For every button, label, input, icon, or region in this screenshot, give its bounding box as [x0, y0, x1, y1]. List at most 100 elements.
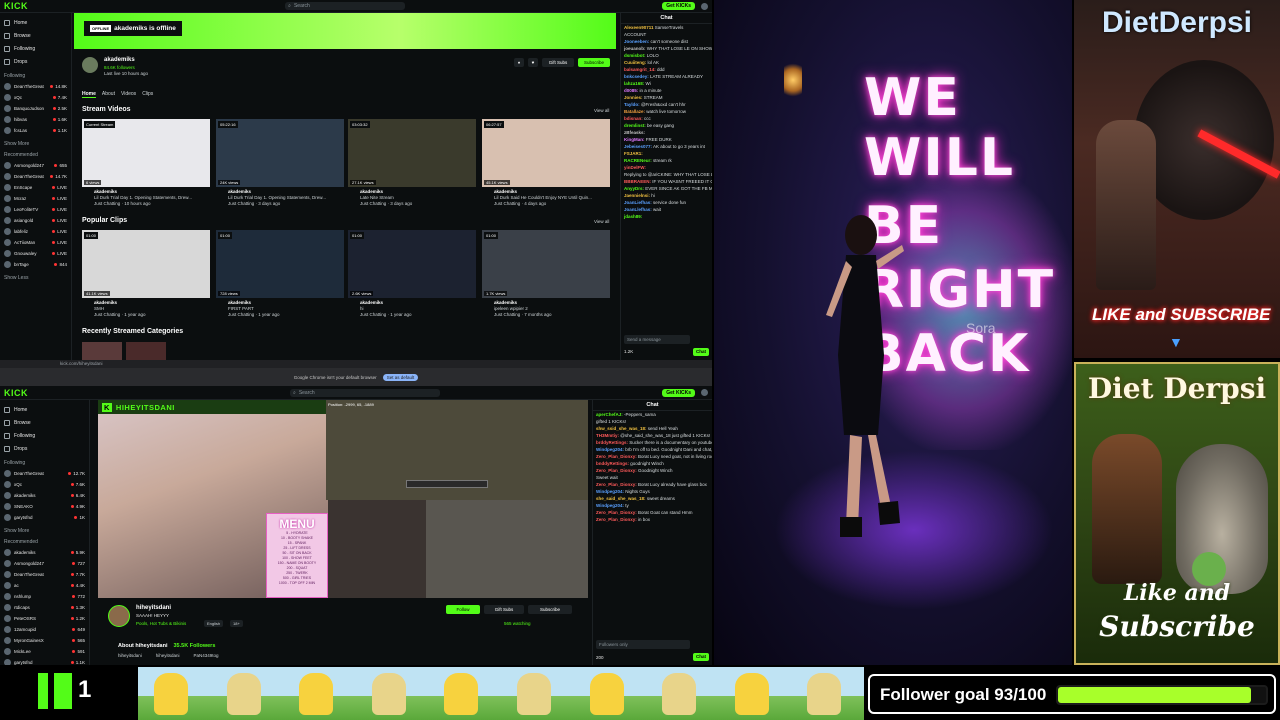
chat-send-button[interactable]: Chat	[693, 348, 709, 356]
nav-following[interactable]: Following	[4, 429, 85, 442]
chat-username[interactable]: RACRENeur:	[624, 158, 652, 163]
sidebar-channel[interactable]: PeteOSRS 1.2K	[4, 613, 85, 624]
video-thumbnail[interactable]: 03:03:32 27.1K views	[348, 119, 476, 187]
chat-username[interactable]: bnddyRettings:	[596, 461, 629, 466]
sidebar-channel[interactable]: labfeliz LIVE	[4, 226, 67, 237]
chat-username[interactable]: d0085:	[624, 88, 638, 93]
nav-drops[interactable]: Drops	[4, 55, 67, 68]
author-name[interactable]: akademiks	[494, 189, 517, 194]
social-link[interactable]: hiheyitsdani	[118, 653, 142, 658]
item-title[interactable]: Lil Durk Trial Day 1. Opening Statements…	[94, 195, 192, 200]
video-thumbnail[interactable]: Current Stream 6 views	[82, 119, 210, 187]
show-more-link[interactable]: Show More	[4, 528, 85, 534]
sidebar-channel[interactable]: SNEAKO 4.9K	[4, 501, 85, 512]
tab-clips[interactable]: Clips	[142, 91, 153, 98]
item-title[interactable]: Late Nite Stream	[360, 195, 394, 200]
stream-category[interactable]: Pools, Hot Tubs & Bikinis	[136, 621, 186, 626]
video-player[interactable]: K HIHEYITSDANI Position: -2999, 65, -188…	[98, 400, 588, 598]
subscribe-button[interactable]: Subscribe	[528, 605, 572, 614]
chat-send-button[interactable]: Chat	[693, 653, 709, 661]
nav-home[interactable]: Home	[4, 16, 67, 29]
sidebar-channel[interactable]: asiangold LIVE	[4, 215, 67, 226]
sidebar-channel[interactable]: 12amcupid 649	[4, 624, 85, 635]
chat-username[interactable]: TH3Mmtiy:	[596, 433, 619, 438]
author-name[interactable]: akademiks	[360, 189, 383, 194]
chat-username[interactable]: zBfeasks:	[624, 130, 645, 135]
clip-thumbnail[interactable]: 01:00 1.7K views	[482, 230, 610, 298]
nav-following[interactable]: Following	[4, 42, 67, 55]
get-kicks-button[interactable]: Get KICKs	[662, 388, 695, 397]
chat-username[interactable]: jdash89:	[624, 214, 642, 219]
chat-username[interactable]: Tayldo:	[624, 102, 640, 107]
chat-username[interactable]: Alexeen90711	[624, 25, 654, 30]
url-bar[interactable]: kick.com/hiheyitsdani	[0, 360, 712, 368]
streamer-name[interactable]: hiheyitsdani	[136, 605, 171, 611]
chat-username[interactable]: JoanLiefhas:	[624, 200, 652, 205]
nav-drops[interactable]: Drops	[4, 442, 85, 455]
sidebar-channel[interactable]: Mcraz LIVE	[4, 193, 67, 204]
category-card[interactable]	[82, 342, 122, 360]
avatar[interactable]	[701, 2, 709, 10]
avatar[interactable]	[701, 389, 708, 396]
chat-username[interactable]: bdisnan:	[624, 116, 643, 121]
sidebar-channel[interactable]: DeanTheGreat 14.7K	[4, 171, 67, 182]
channel-avatar[interactable]	[82, 57, 98, 73]
sidebar-channel[interactable]: AcTiioMan LIVE	[4, 237, 67, 248]
search-input[interactable]: ⌕ Search	[290, 388, 440, 397]
social-link[interactable]: hiheyitsdani	[156, 653, 180, 658]
kick-logo[interactable]: KICK	[4, 388, 28, 398]
chat-username[interactable]: Zero_Plan_Dionxy:	[596, 517, 637, 522]
item-title[interactable]: Lil Durk Trial Day 1. Opening Statements…	[228, 195, 326, 200]
gift-subs-button[interactable]: Gift Subs	[484, 605, 524, 614]
follow-button[interactable]: Follow	[446, 605, 480, 614]
category-card[interactable]	[126, 342, 166, 360]
chat-input[interactable]: Send a message	[624, 335, 690, 344]
tab-videos[interactable]: Videos	[121, 91, 136, 98]
sidebar-channel[interactable]: rtdicaps 1.3K	[4, 602, 85, 613]
chat-username[interactable]: Windpeg204:	[596, 447, 624, 452]
sidebar-channel[interactable]: xQc 7.4K	[4, 92, 67, 103]
clip-thumbnail[interactable]: 01:00 2.6K views	[348, 230, 476, 298]
chat-username[interactable]: brddyRettings:	[596, 440, 628, 445]
chat-username[interactable]: AnyyDrs:	[624, 186, 644, 191]
item-title[interactable]: ipeleen wpipier 2	[494, 306, 528, 311]
nav-browse[interactable]: Browse	[4, 29, 67, 42]
chat-username[interactable]: Batallaze:	[624, 109, 645, 114]
set-default-button[interactable]: Set as default	[382, 373, 419, 381]
show-less-link[interactable]: Show Less	[4, 275, 67, 281]
sidebar-channel[interactable]: garytsfnd 1.1K	[4, 657, 85, 665]
view-all-videos[interactable]: View all	[594, 108, 609, 113]
channel-name[interactable]: akademiks	[104, 57, 135, 63]
subscribe-button[interactable]: Subscribe	[578, 58, 610, 67]
chat-username[interactable]: joeuanob:	[624, 46, 646, 51]
favorite-button[interactable]: ♥	[528, 58, 538, 67]
sidebar-channel[interactable]: Asmongold247 727	[4, 558, 85, 569]
author-name[interactable]: akademiks	[360, 300, 383, 305]
author-name[interactable]: akademiks	[228, 189, 251, 194]
view-all-clips[interactable]: View all	[594, 219, 609, 224]
chat-username[interactable]: Cuuiiteng:	[624, 60, 646, 65]
search-input[interactable]: ⌕ Search	[285, 2, 406, 10]
chat-username[interactable]: Zero_Plan_Dionxy:	[596, 454, 637, 459]
item-title[interactable]: Lil Durk Said He Couldn't Enjoy NYE Unti…	[494, 195, 592, 200]
language-tag[interactable]: English	[204, 620, 224, 627]
chat-username[interactable]: Zero_Plan_Dionxy:	[596, 468, 637, 473]
sidebar-channel[interactable]: DeanTheGreat 14.8K	[4, 81, 67, 92]
tab-home[interactable]: Home	[82, 91, 96, 98]
chat-username[interactable]: Jooneeben:	[624, 39, 649, 44]
chat-username[interactable]: Jebeises077:	[624, 144, 652, 149]
author-name[interactable]: akademiks	[94, 189, 117, 194]
streamer-avatar[interactable]	[108, 605, 130, 627]
chat-username[interactable]: Jonnies:	[624, 95, 643, 100]
author-name[interactable]: akademiks	[94, 300, 117, 305]
chat-username[interactable]: KingMan:	[624, 137, 645, 142]
clip-thumbnail[interactable]: 01:00 41.1K views	[82, 230, 210, 298]
chat-username[interactable]: Windpeg204:	[596, 503, 624, 508]
chat-username[interactable]: dsmisbot:	[624, 53, 646, 58]
chat-username[interactable]: FSJAR1:	[624, 151, 643, 156]
item-title[interactable]: SMH	[94, 306, 104, 311]
chat-username[interactable]: JoanLlefhas:	[624, 207, 652, 212]
gift-subs-button[interactable]: Gift Subs	[542, 58, 574, 67]
video-thumbnail[interactable]: 06:27:57 45.1K views	[482, 119, 610, 187]
item-title[interactable]: hi	[360, 306, 364, 311]
